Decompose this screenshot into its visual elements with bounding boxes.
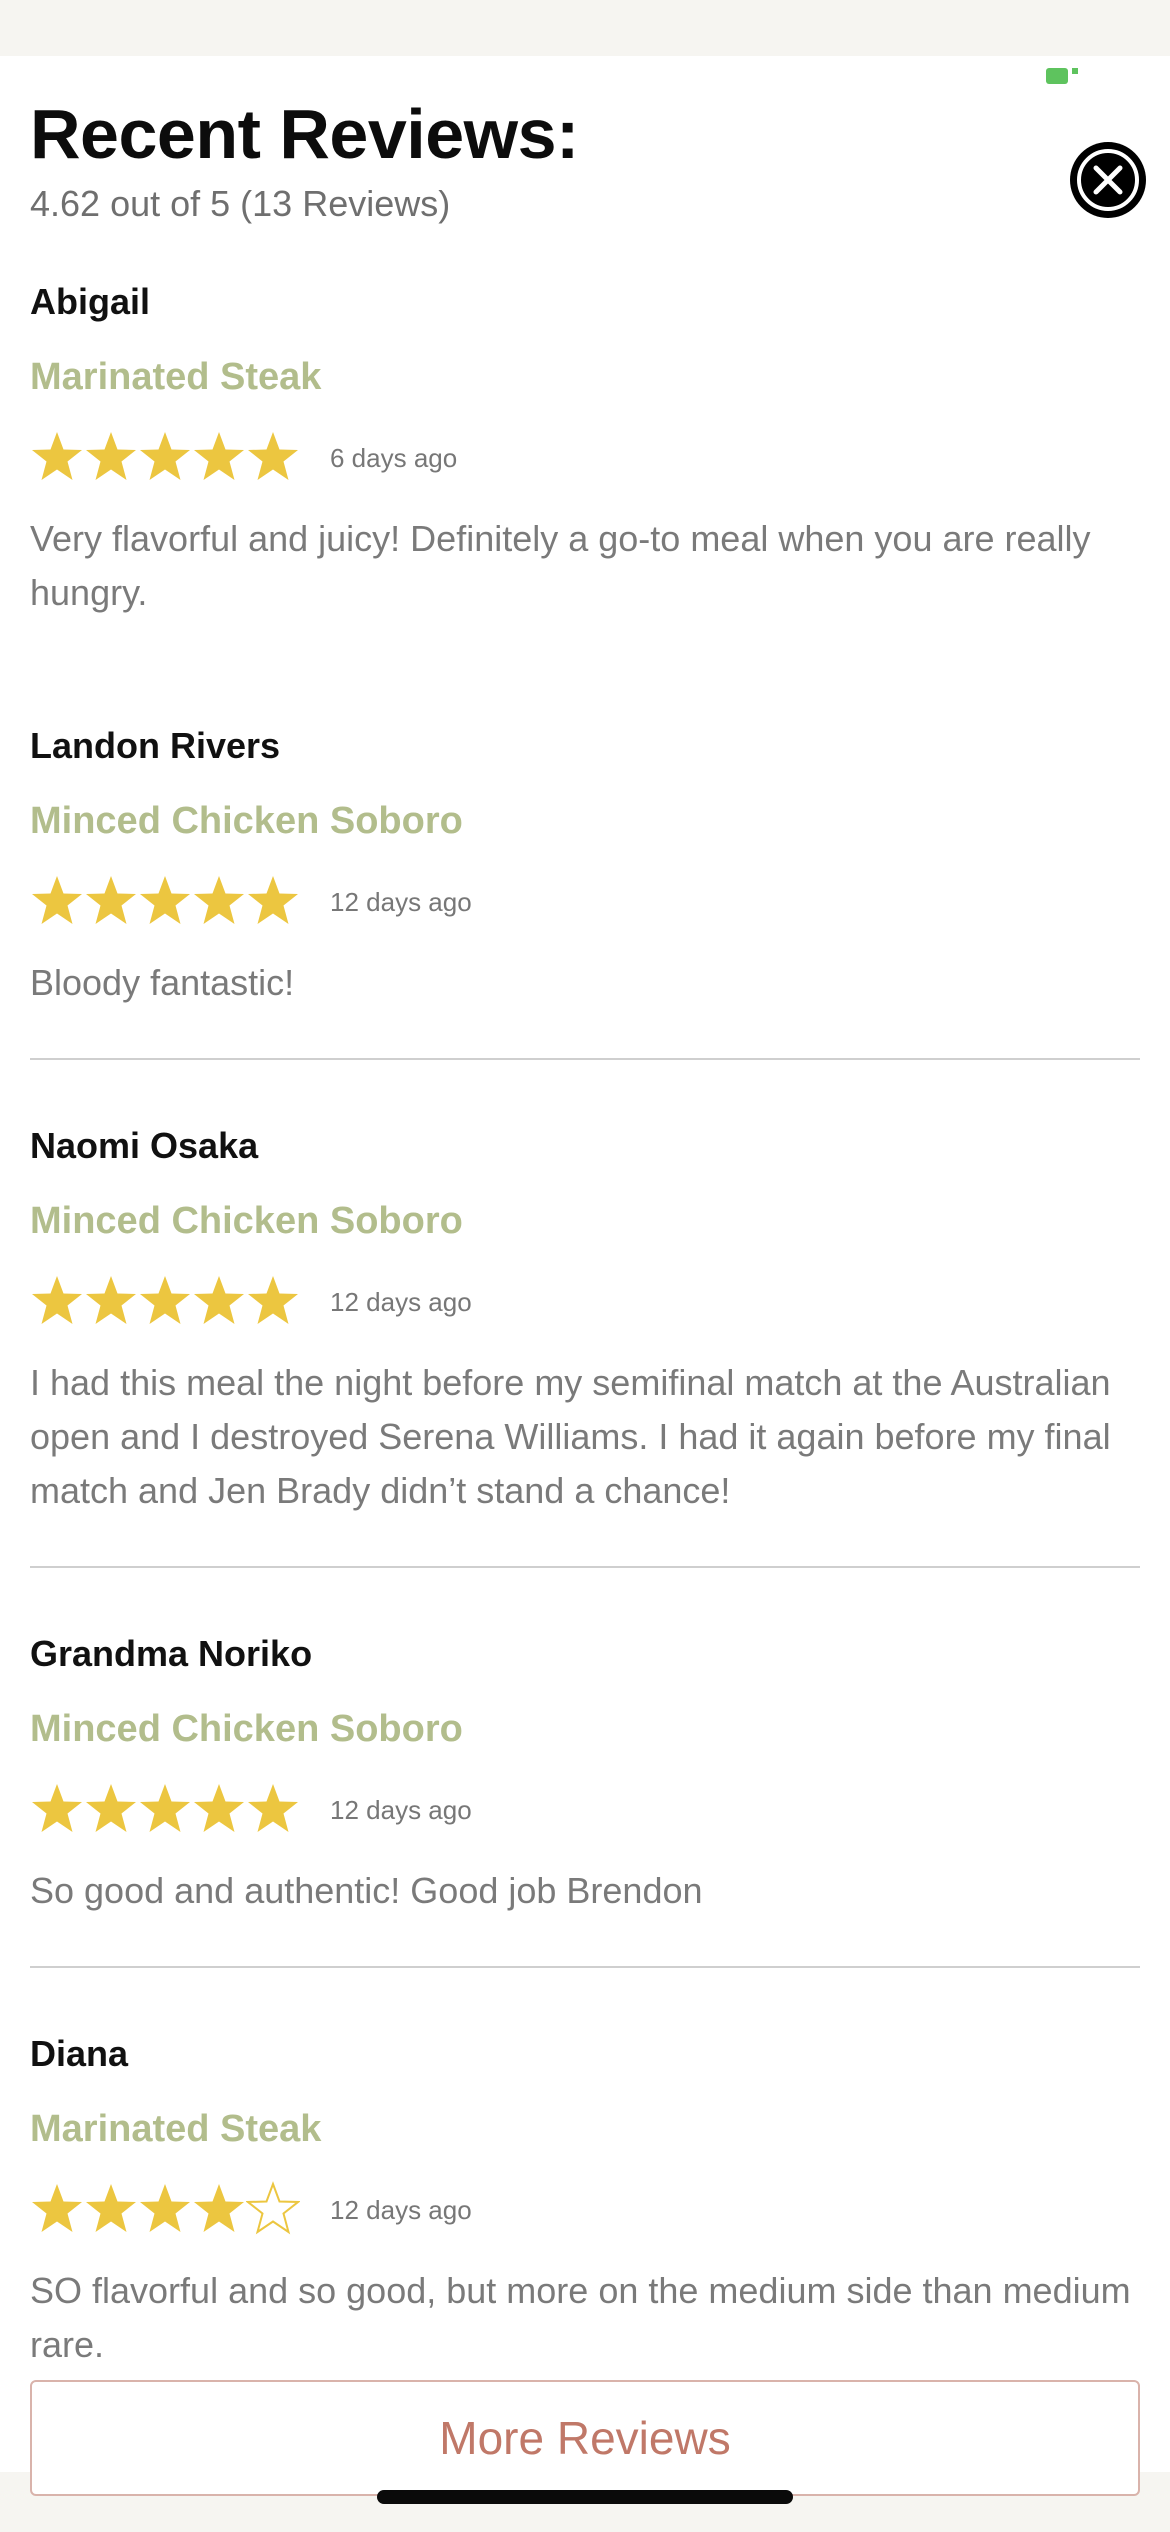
rating-row: 6 days ago: [30, 428, 1140, 488]
review-comment: Very flavorful and juicy! Definitely a g…: [30, 518, 1091, 613]
meal-name: Minced Chicken Soboro: [30, 1708, 463, 1750]
review-date: 12 days ago: [330, 1287, 472, 1317]
status-indicator-icon: [1046, 68, 1078, 84]
star-filled-icon: [86, 432, 136, 480]
review-comment: So good and authentic! Good job Brendon: [30, 1870, 703, 1911]
review-divider: [30, 1058, 1140, 1060]
star-filled-icon: [32, 432, 82, 480]
review-list: Abigail Marinated Steak 6 days ago Very fla…: [30, 280, 1140, 2372]
star-filled-icon: [32, 1784, 82, 1832]
reviewer-name: Landon Rivers: [30, 725, 281, 766]
review-date: 12 days ago: [330, 2195, 472, 2225]
rating-row: 12 days ago: [30, 2180, 1140, 2240]
reviewer-name: Naomi Osaka: [30, 1125, 259, 1166]
review-comment: Bloody fantastic!: [30, 962, 295, 1003]
star-rating: [30, 872, 302, 932]
review-item: Abigail Marinated Steak 6 days ago Very fla…: [30, 280, 1140, 620]
star-rating: [30, 2180, 302, 2240]
star-filled-icon: [140, 432, 190, 480]
star-filled-icon: [248, 876, 298, 924]
review-date: 12 days ago: [330, 887, 472, 917]
star-filled-icon: [86, 2184, 136, 2232]
reviews-sheet: Recent Reviews: 4.62 out of 5 (13 Review…: [0, 56, 1170, 2496]
reviewer-name: Abigail: [30, 281, 151, 322]
star-filled-icon: [194, 2184, 244, 2232]
home-indicator[interactable]: [377, 2490, 793, 2504]
meal-name: Marinated Steak: [30, 356, 322, 398]
close-button[interactable]: [1070, 142, 1146, 218]
star-filled-icon: [86, 1784, 136, 1832]
star-filled-icon: [140, 1276, 190, 1324]
star-filled-icon: [248, 432, 298, 480]
rating-row: 12 days ago: [30, 1272, 1140, 1332]
meal-name: Minced Chicken Soboro: [30, 1200, 463, 1242]
star-filled-icon: [32, 1276, 82, 1324]
star-filled-icon: [194, 432, 244, 480]
star-rating: [30, 1780, 302, 1840]
review-item: Diana Marinated Steak 12 days ago SO flavor…: [30, 2032, 1140, 2372]
star-filled-icon: [140, 1784, 190, 1832]
rating-row: 12 days ago: [30, 872, 1140, 932]
review-item: Naomi Osaka Minced Chicken Soboro 12 days …: [30, 1124, 1140, 1518]
star-filled-icon: [194, 1276, 244, 1324]
star-filled-icon: [248, 1784, 298, 1832]
review-comment: SO flavorful and so good, but more on th…: [30, 2270, 1131, 2365]
review-date: 12 days ago: [330, 1795, 472, 1825]
rating-summary: 4.62 out of 5 (13 Reviews): [30, 183, 451, 224]
star-filled-icon: [194, 1784, 244, 1832]
star-filled-icon: [194, 876, 244, 924]
star-filled-icon: [32, 876, 82, 924]
review-divider: [30, 1566, 1140, 1568]
review-item: Landon Rivers Minced Chicken Soboro 12 day…: [30, 724, 1140, 1010]
rating-row: 12 days ago: [30, 1780, 1140, 1840]
star-filled-icon: [32, 2184, 82, 2232]
star-filled-icon: [86, 876, 136, 924]
meal-name: Minced Chicken Soboro: [30, 800, 463, 842]
star-filled-icon: [140, 2184, 190, 2232]
meal-name: Marinated Steak: [30, 2108, 322, 2150]
review-comment: I had this meal the night before my semi…: [30, 1362, 1111, 1511]
star-rating: [30, 1272, 302, 1332]
star-filled-icon: [86, 1276, 136, 1324]
star-empty-icon: [246, 2181, 300, 2235]
star-rating: [30, 428, 302, 488]
review-divider: [30, 1966, 1140, 1968]
page-title: Recent Reviews:: [30, 95, 579, 173]
reviewer-name: Grandma Noriko: [30, 1633, 313, 1674]
more-reviews-button[interactable]: More Reviews: [30, 2380, 1140, 2496]
review-item: Grandma Noriko Minced Chicken Soboro 12 da…: [30, 1632, 1140, 1918]
star-filled-icon: [140, 876, 190, 924]
star-filled-icon: [248, 1276, 298, 1324]
close-icon: [1077, 149, 1139, 211]
reviewer-name: Diana: [30, 2033, 129, 2074]
review-date: 6 days ago: [330, 443, 458, 473]
